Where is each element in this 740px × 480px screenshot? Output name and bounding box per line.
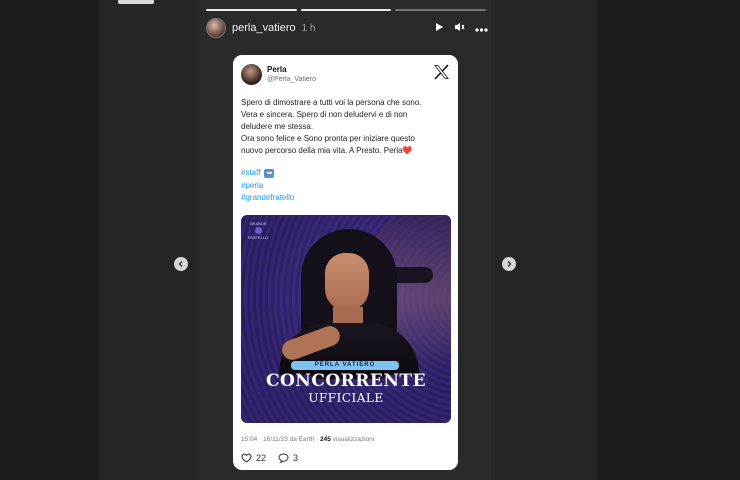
left-backdrop: [0, 0, 98, 480]
poster-nameplate: PERLA VATIERO: [291, 361, 399, 370]
story-time: 1 h: [301, 22, 316, 34]
heart-icon: [241, 453, 252, 463]
tweet-avatar: [241, 63, 262, 85]
reply-count: 3: [293, 453, 299, 463]
chevron-left-icon: [178, 261, 183, 267]
story-controls: [434, 19, 488, 37]
like-count: 22: [256, 453, 267, 463]
previous-story-button[interactable]: [174, 257, 188, 271]
story-progress-bar: [206, 9, 487, 11]
volume-icon[interactable]: [454, 19, 465, 37]
comment-icon: [278, 453, 289, 463]
tweet-author-handle: @Perla_Vatiero: [267, 75, 316, 83]
logo-text-bottom: FRATELLO: [247, 235, 269, 240]
right-backdrop: [598, 0, 740, 480]
progress-segment: [395, 9, 487, 11]
progress-segment: [300, 9, 392, 11]
next-story-button[interactable]: [502, 257, 516, 271]
progress-segment: [206, 9, 297, 11]
tweet-line: Spero di dimostrare a tutti voi la perso…: [241, 98, 422, 107]
eye-icon: [254, 227, 262, 234]
right-arrow-icon: ➡: [264, 168, 275, 178]
story-username[interactable]: perla_vatiero: [232, 22, 296, 34]
tweet-card[interactable]: Perla @Perla_Vatiero Spero di dimostrare…: [233, 55, 458, 470]
tweet-author: Perla @Perla_Vatiero: [267, 64, 316, 83]
tweet-author-name: Perla: [267, 64, 287, 74]
poster-subheadline: UFFICIALE: [308, 391, 384, 405]
portrait-face: [325, 253, 369, 311]
views-count: 245: [320, 436, 331, 443]
play-icon[interactable]: [434, 19, 444, 37]
story-header: perla_vatiero 1 h: [206, 17, 488, 39]
tweet-timestamp: 15:04 · 16/11/23 da Earth ·: [241, 436, 321, 443]
like-button[interactable]: 22: [241, 453, 266, 463]
tweet-line: Ora sono felice e Sono pronta per inizia…: [241, 134, 415, 143]
chevron-right-icon: [507, 261, 512, 267]
previous-story-thumbnail[interactable]: [118, 0, 154, 4]
tweet-line: deludere me stessa.: [241, 122, 314, 131]
hashtag-link[interactable]: #perla: [241, 180, 263, 193]
tweet-image[interactable]: GRANDE FRATELLO PERLA VATIERO CONCORRENT…: [241, 215, 451, 423]
tweet-line: nuovo percorso della mia vita. A Presto.…: [241, 146, 413, 155]
hashtag-link[interactable]: #staff: [241, 167, 260, 180]
poster-headline: CONCORRENTE: [265, 371, 427, 391]
avatar[interactable]: [206, 18, 226, 38]
hashtag-link[interactable]: #grandefratello: [241, 192, 294, 205]
x-logo-icon: [433, 63, 450, 85]
logo-text-top: GRANDE: [249, 221, 267, 226]
tweet-header: Perla @Perla_Vatiero: [241, 63, 450, 85]
show-logo: GRANDE FRATELLO: [247, 221, 269, 240]
tweet-hashtags: #staff ➡ #perla #grandefratello: [241, 167, 294, 205]
more-icon[interactable]: [475, 19, 488, 37]
views-label: visualizzazioni: [330, 436, 375, 443]
tweet-text: Spero di dimostrare a tutti voi la perso…: [241, 97, 453, 157]
tweet-meta: 15:04 · 16/11/23 da Earth · 245 visualiz…: [241, 436, 374, 443]
reply-button[interactable]: 3: [278, 453, 298, 463]
tweet-actions: 22 3: [241, 451, 310, 465]
tweet-line: Vera e sincera. Spero di non deludervi e…: [241, 110, 408, 119]
